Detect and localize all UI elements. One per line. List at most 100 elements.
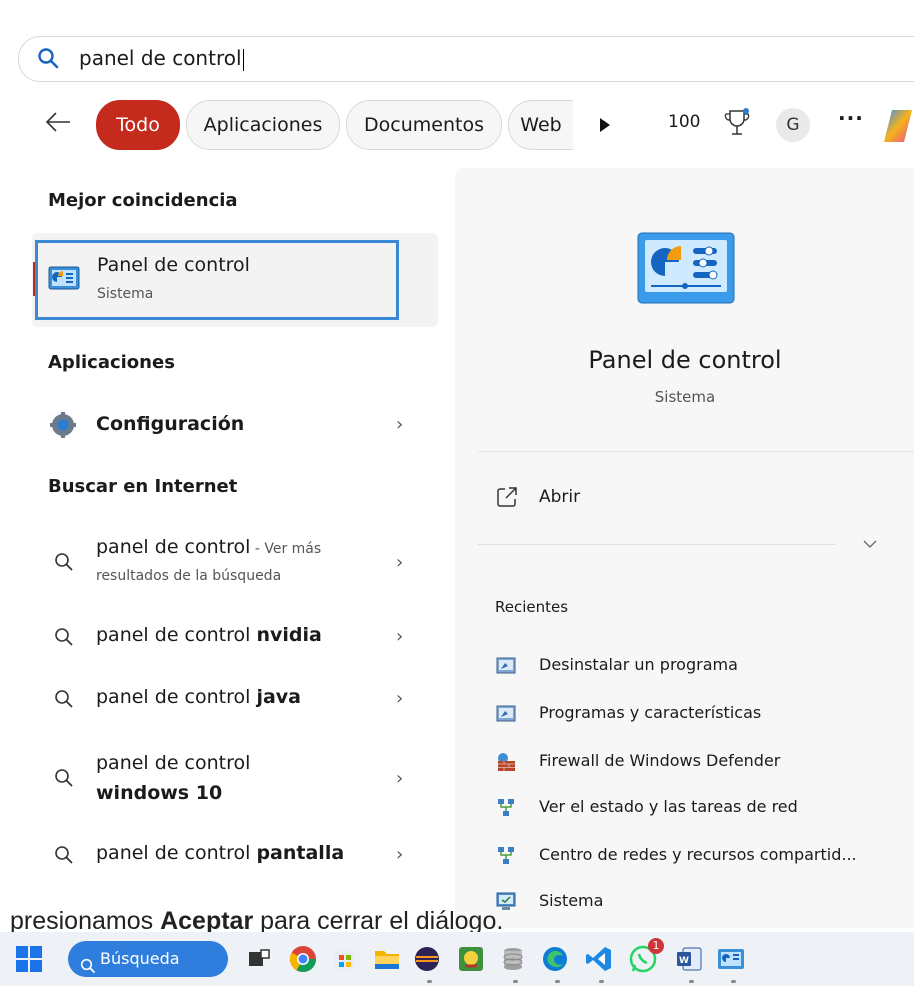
more-tabs-arrow-icon[interactable] bbox=[600, 118, 610, 132]
text-caret bbox=[242, 48, 244, 71]
eclipse-icon[interactable] bbox=[412, 944, 442, 974]
result-text: panel de control bbox=[96, 624, 257, 646]
tab-documentos[interactable]: Documentos bbox=[346, 100, 502, 150]
chevron-right-icon: › bbox=[396, 844, 404, 865]
notification-badge: 1 bbox=[648, 938, 664, 954]
recent-item-firewall[interactable]: Firewall de Windows Defender bbox=[539, 751, 780, 770]
divider bbox=[478, 544, 836, 545]
filter-bar: Todo Aplicaciones Documentos Web 100 G ·… bbox=[0, 98, 914, 154]
windows-start-icon[interactable] bbox=[14, 944, 44, 974]
web-result-3[interactable]: panel de control windows 10 › bbox=[32, 746, 438, 816]
taskbar-search-label: Búsqueda bbox=[100, 949, 180, 968]
task-view-icon[interactable] bbox=[244, 944, 274, 974]
search-icon bbox=[54, 689, 74, 713]
chevron-right-icon: › bbox=[396, 768, 404, 789]
result-bold: nvidia bbox=[256, 624, 322, 646]
best-match-title: Panel de control bbox=[97, 254, 250, 276]
internet-heading: Buscar en Internet bbox=[48, 476, 238, 497]
chevron-right-icon: › bbox=[396, 688, 404, 709]
edge-icon[interactable] bbox=[540, 944, 570, 974]
highlight-box bbox=[35, 240, 399, 320]
result-suffix: - Ver más bbox=[250, 541, 322, 557]
recent-item-centro-redes[interactable]: Centro de redes y recursos compartid... bbox=[539, 845, 857, 864]
vscode-icon[interactable] bbox=[584, 944, 614, 974]
app-label: Configuración bbox=[96, 413, 245, 435]
detail-title: Panel de control bbox=[588, 346, 782, 374]
search-box[interactable]: panel de control bbox=[18, 36, 914, 82]
result-bold: windows 10 bbox=[96, 782, 223, 804]
running-indicator bbox=[689, 980, 694, 983]
file-explorer-icon[interactable] bbox=[372, 944, 402, 974]
open-label: Abrir bbox=[539, 487, 581, 507]
document-text: presionamos Aceptar para cerrar el diálo… bbox=[10, 910, 504, 932]
search-icon bbox=[54, 768, 74, 792]
settings-gear-icon bbox=[50, 412, 76, 442]
app-item-configuracion[interactable]: Configuración › bbox=[32, 402, 438, 448]
divider bbox=[478, 451, 914, 452]
result-text: panel de control bbox=[96, 752, 251, 774]
rewards-trophy-icon[interactable] bbox=[724, 108, 750, 142]
result-text: panel de control bbox=[96, 842, 257, 864]
taskbar: Búsqueda 1 W bbox=[0, 932, 914, 986]
tab-todo[interactable]: Todo bbox=[96, 100, 180, 150]
taskbar-search-button[interactable]: Búsqueda bbox=[68, 941, 228, 977]
result-bold: pantalla bbox=[256, 842, 345, 864]
open-external-icon bbox=[496, 486, 518, 512]
recent-item-sistema[interactable]: Sistema bbox=[539, 891, 603, 910]
tab-web[interactable]: Web bbox=[508, 100, 573, 150]
chevron-right-icon: › bbox=[396, 414, 404, 435]
firewall-icon bbox=[496, 752, 516, 772]
web-result-0[interactable]: panel de control - Ver más resultados de… bbox=[32, 530, 438, 592]
best-match-subtitle: Sistema bbox=[97, 286, 154, 302]
search-query: panel de control bbox=[79, 46, 242, 70]
chevron-down-icon[interactable] bbox=[862, 534, 878, 553]
chrome-icon[interactable] bbox=[288, 944, 318, 974]
detail-subtitle: Sistema bbox=[654, 388, 716, 406]
recent-item-programas[interactable]: Programas y características bbox=[539, 703, 761, 722]
web-result-1[interactable]: panel de control nvidia › bbox=[32, 614, 438, 660]
search-icon bbox=[54, 845, 74, 869]
programs-icon bbox=[496, 656, 516, 676]
system-icon bbox=[496, 892, 516, 912]
apps-heading: Aplicaciones bbox=[48, 352, 175, 373]
word-icon[interactable]: W bbox=[674, 944, 704, 974]
search-input[interactable]: panel de control bbox=[79, 46, 244, 71]
search-icon bbox=[54, 552, 74, 576]
store-icon[interactable] bbox=[330, 944, 360, 974]
game-app-icon[interactable] bbox=[456, 944, 486, 974]
control-panel-icon bbox=[48, 266, 80, 296]
chevron-right-icon: › bbox=[396, 552, 404, 573]
result-text: panel de control bbox=[96, 536, 251, 558]
search-icon bbox=[80, 951, 96, 987]
result-bold: java bbox=[256, 686, 301, 708]
database-icon[interactable] bbox=[498, 944, 528, 974]
copilot-icon[interactable] bbox=[882, 106, 914, 150]
programs-icon bbox=[496, 704, 516, 724]
control-panel-taskbar-icon[interactable] bbox=[716, 944, 746, 974]
recent-item-desinstalar[interactable]: Desinstalar un programa bbox=[539, 655, 738, 674]
result-text: panel de control bbox=[96, 686, 257, 708]
network-icon bbox=[496, 846, 516, 866]
network-icon bbox=[496, 798, 516, 818]
svg-text:W: W bbox=[679, 956, 689, 966]
rewards-points: 100 bbox=[668, 112, 701, 132]
chevron-right-icon: › bbox=[396, 626, 404, 647]
best-match-heading: Mejor coincidencia bbox=[48, 190, 238, 211]
control-panel-large-icon bbox=[637, 232, 735, 312]
recent-heading: Recientes bbox=[495, 598, 569, 616]
running-indicator bbox=[599, 980, 604, 983]
running-indicator bbox=[427, 980, 432, 983]
search-icon bbox=[37, 47, 59, 73]
tab-aplicaciones[interactable]: Aplicaciones bbox=[186, 100, 340, 150]
more-options-icon[interactable]: ··· bbox=[838, 106, 864, 130]
running-indicator bbox=[731, 980, 736, 983]
user-avatar[interactable]: G bbox=[776, 108, 810, 142]
web-result-4[interactable]: panel de control pantalla › bbox=[32, 832, 438, 878]
running-indicator bbox=[555, 980, 560, 983]
result-line2: resultados de la búsqueda bbox=[96, 568, 282, 584]
web-result-2[interactable]: panel de control java › bbox=[32, 676, 438, 722]
running-indicator bbox=[513, 980, 518, 983]
back-arrow-icon[interactable] bbox=[44, 108, 72, 140]
recent-item-red[interactable]: Ver el estado y las tareas de red bbox=[539, 797, 798, 816]
search-icon bbox=[54, 627, 74, 651]
